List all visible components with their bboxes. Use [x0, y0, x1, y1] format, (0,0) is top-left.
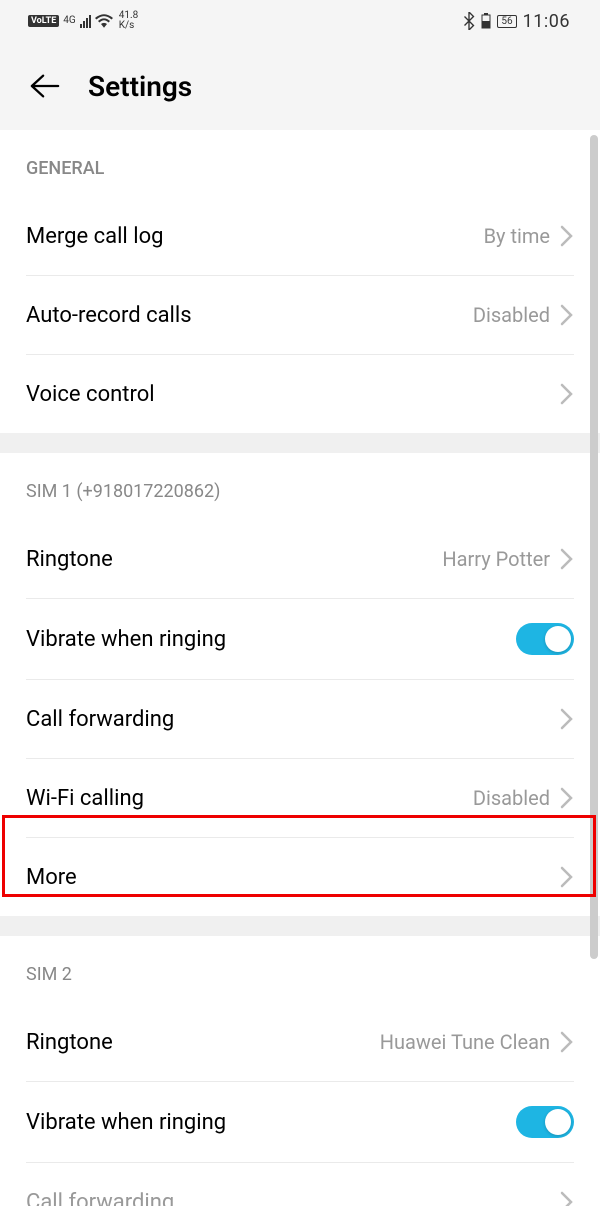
- battery-saver-icon: [481, 13, 491, 29]
- chevron-right-icon: [560, 548, 574, 570]
- row-label: Vibrate when ringing: [26, 1110, 226, 1135]
- chevron-right-icon: [560, 708, 574, 730]
- status-right: 56 11:06: [463, 11, 570, 32]
- row-label: Vibrate when ringing: [26, 627, 226, 652]
- row-sim2-ringtone[interactable]: Ringtone Huawei Tune Clean: [0, 1003, 600, 1081]
- wifi-icon: [95, 14, 113, 28]
- chevron-right-icon: [560, 1031, 574, 1053]
- section-header-sim1: SIM 1 (+918017220862): [0, 453, 600, 520]
- page-title: Settings: [88, 70, 192, 103]
- row-label: Wi-Fi calling: [26, 786, 144, 811]
- row-value: By time: [484, 224, 550, 248]
- toggle-switch[interactable]: [516, 623, 574, 655]
- row-merge-call-log[interactable]: Merge call log By time: [0, 197, 600, 275]
- row-label: More: [26, 865, 77, 890]
- row-sim1-call-forwarding[interactable]: Call forwarding: [0, 680, 600, 758]
- signal-icon: [80, 14, 91, 28]
- chevron-right-icon: [560, 787, 574, 809]
- row-voice-control[interactable]: Voice control: [0, 355, 600, 433]
- row-label: Call forwarding: [26, 707, 174, 732]
- scrollbar[interactable]: [590, 135, 598, 959]
- row-sim1-ringtone[interactable]: Ringtone Harry Potter: [0, 520, 600, 598]
- content: GENERAL Merge call log By time Auto-reco…: [0, 130, 600, 1206]
- row-label: Voice control: [26, 382, 155, 407]
- network-speed: 41.8 K/s: [119, 11, 139, 31]
- chevron-right-icon: [560, 383, 574, 405]
- chevron-right-icon: [560, 304, 574, 326]
- chevron-right-icon: [560, 225, 574, 247]
- section-header-general: GENERAL: [0, 130, 600, 197]
- bluetooth-icon: [463, 12, 475, 30]
- back-button[interactable]: [30, 71, 60, 101]
- row-sim1-wifi-calling[interactable]: Wi-Fi calling Disabled: [0, 759, 600, 837]
- chevron-right-icon: [560, 866, 574, 888]
- row-value: Huawei Tune Clean: [380, 1030, 550, 1054]
- row-label: Ringtone: [26, 547, 113, 572]
- row-sim2-call-forwarding[interactable]: Call forwarding: [0, 1163, 600, 1206]
- volte-icon: VoLTE: [28, 15, 59, 27]
- row-value: Disabled: [473, 786, 550, 810]
- clock: 11:06: [523, 11, 570, 32]
- row-auto-record[interactable]: Auto-record calls Disabled: [0, 276, 600, 354]
- row-value: Disabled: [473, 303, 550, 327]
- network-gen: 4G: [63, 16, 75, 26]
- row-label: Auto-record calls: [26, 303, 192, 328]
- row-label: Merge call log: [26, 224, 164, 249]
- status-bar: VoLTE 4G 41.8 K/s 56 11:06: [0, 0, 600, 42]
- row-sim1-vibrate[interactable]: Vibrate when ringing: [0, 599, 600, 679]
- row-sim2-vibrate[interactable]: Vibrate when ringing: [0, 1082, 600, 1162]
- toggle-switch[interactable]: [516, 1106, 574, 1138]
- section-header-sim2: SIM 2: [0, 936, 600, 1003]
- row-sim1-more[interactable]: More: [0, 838, 600, 916]
- battery-icon: 56: [497, 15, 516, 28]
- status-left: VoLTE 4G 41.8 K/s: [28, 11, 138, 31]
- row-value: Harry Potter: [442, 547, 550, 571]
- chevron-right-icon: [560, 1191, 574, 1206]
- row-label: Ringtone: [26, 1030, 113, 1055]
- header: Settings: [0, 42, 600, 130]
- arrow-left-icon: [30, 73, 60, 99]
- section-gap: [0, 916, 600, 936]
- row-label: Call forwarding: [26, 1190, 174, 1206]
- section-gap: [0, 433, 600, 453]
